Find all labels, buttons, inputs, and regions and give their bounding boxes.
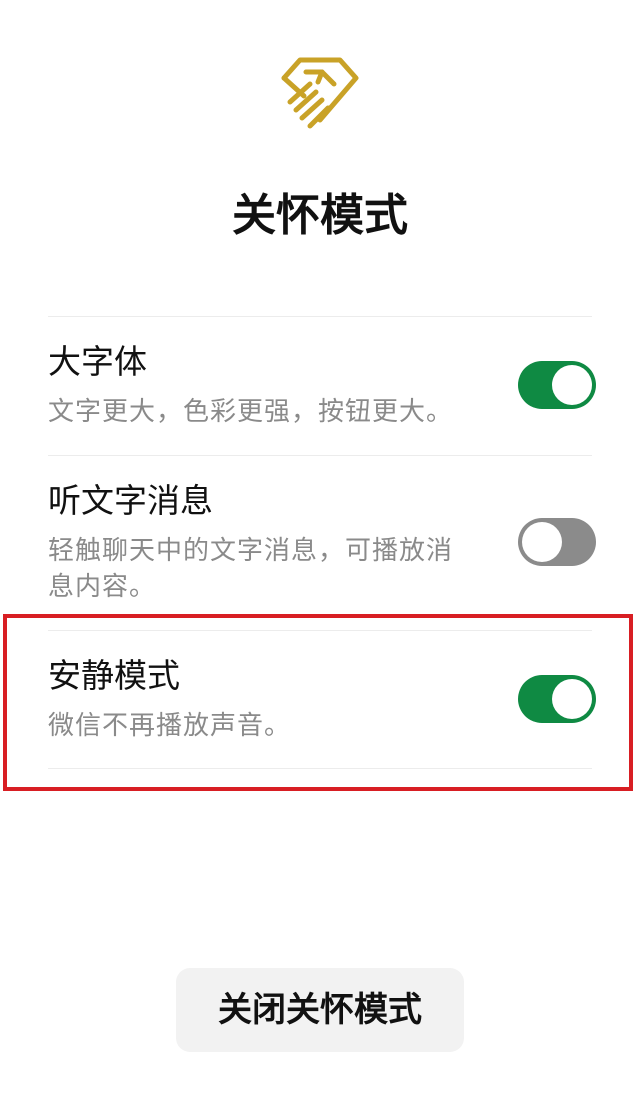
- divider: [48, 768, 592, 769]
- setting-description: 微信不再播放声音。: [48, 711, 292, 741]
- close-care-mode-button[interactable]: 关闭关怀模式: [176, 968, 464, 1052]
- large-font-toggle[interactable]: [518, 361, 596, 409]
- page-title: 关怀模式: [232, 190, 408, 241]
- setting-description: 文字更大，色彩更强，按钮更大。: [48, 397, 454, 427]
- care-hand-heart-icon: [270, 48, 370, 138]
- toggle-knob: [552, 679, 592, 719]
- toggle-knob: [522, 522, 562, 562]
- setting-quiet-mode: 安静模式 微信不再播放声音。: [48, 630, 596, 768]
- setting-large-font: 大字体 文字更大，色彩更强，按钮更大。: [48, 316, 596, 455]
- setting-title: 大字体: [48, 342, 147, 381]
- setting-listen-text-messages: 听文字消息 轻触聊天中的文字消息，可播放消息内容。: [48, 455, 596, 630]
- quiet-mode-toggle[interactable]: [518, 675, 596, 723]
- toggle-knob: [552, 365, 592, 405]
- setting-description: 轻触聊天中的文字消息，可播放消息内容。: [48, 536, 454, 602]
- listen-text-messages-toggle[interactable]: [518, 518, 596, 566]
- setting-title: 听文字消息: [48, 481, 213, 520]
- setting-title: 安静模式: [48, 656, 180, 695]
